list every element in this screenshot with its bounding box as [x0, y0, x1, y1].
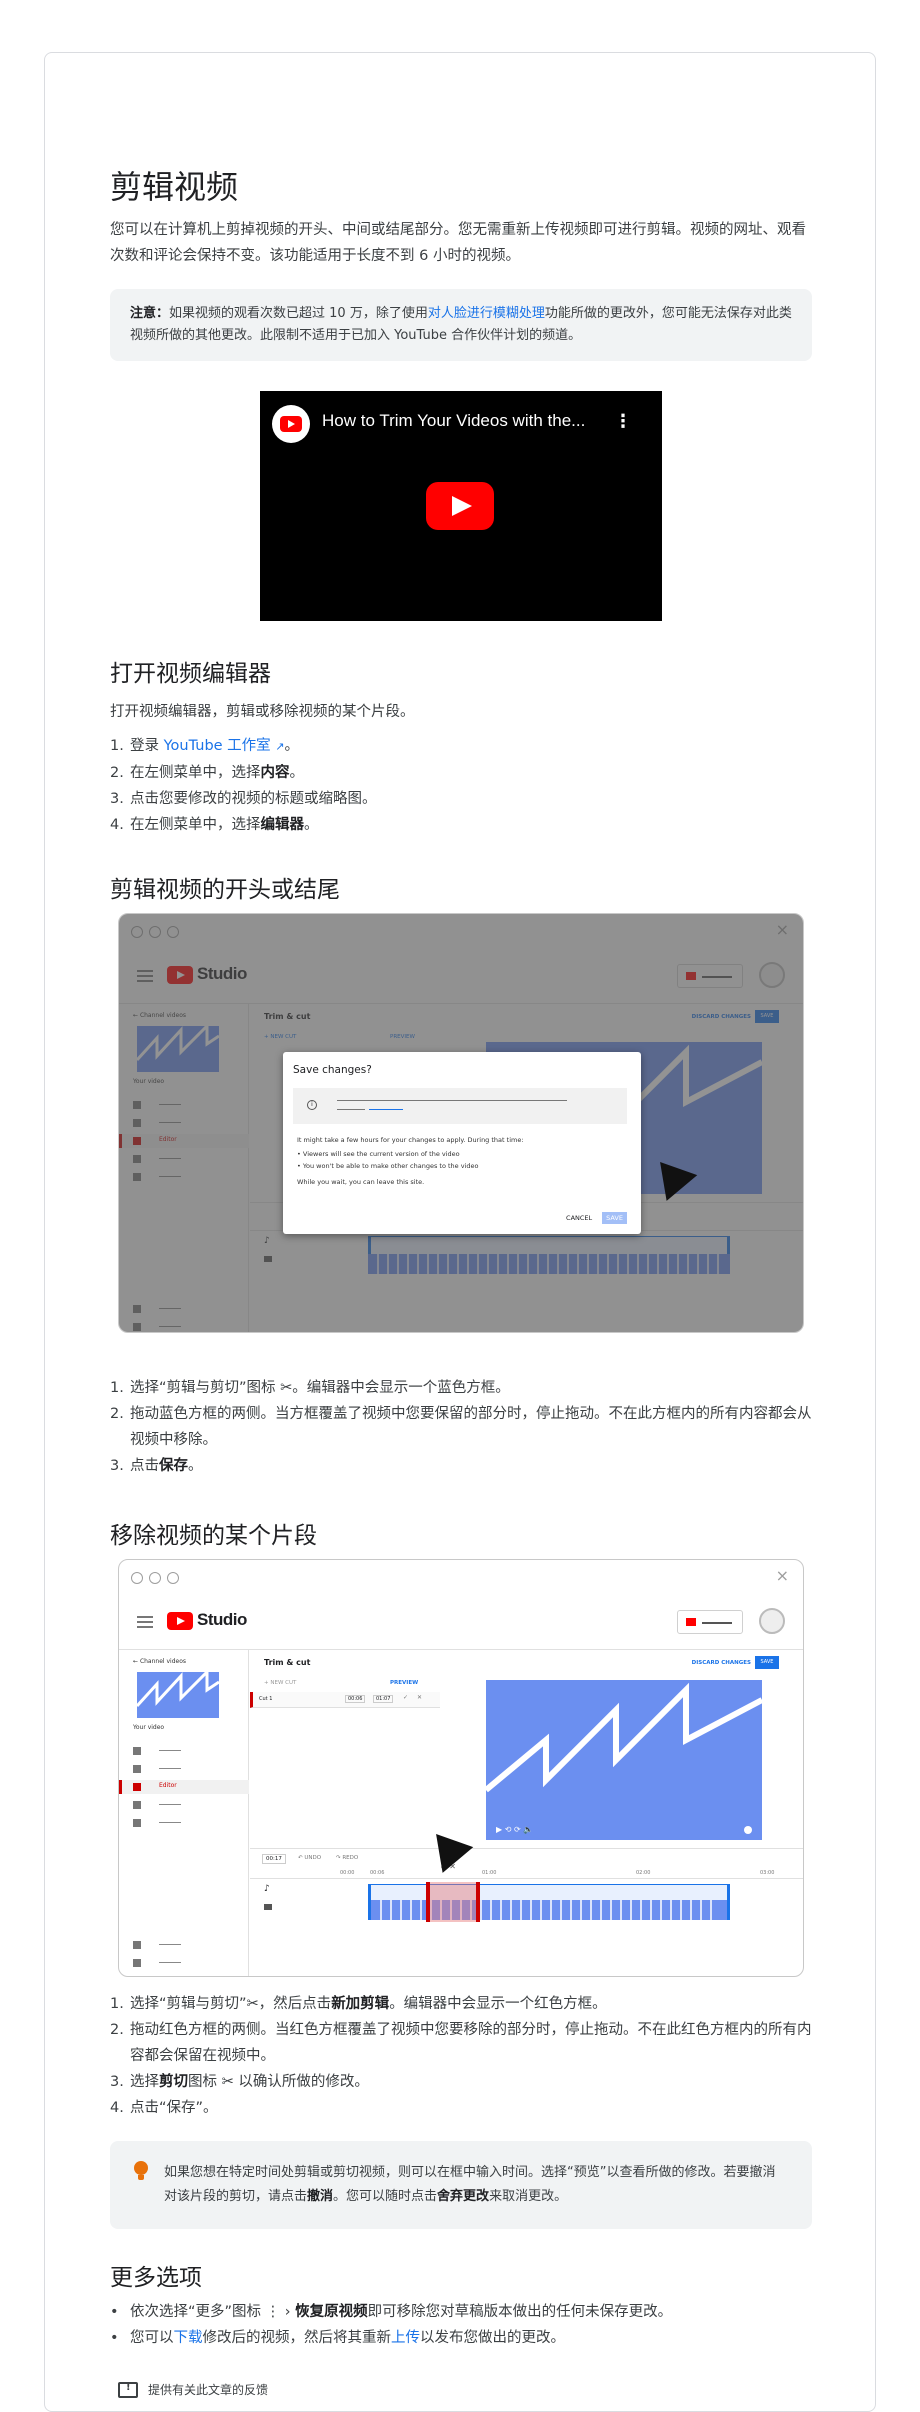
intro-text: 您可以在计算机上剪掉视频的开头、中间或结尾部分。您无需重新上传视频即可进行剪辑。… [110, 222, 806, 264]
article-card: 剪辑视频 您可以在计算机上剪掉视频的开头、中间或结尾部分。您无需重新上传视频即可… [44, 52, 876, 2412]
tick-label: 00:06 [370, 1870, 385, 1876]
cut-box [426, 1882, 480, 1922]
dialog-save-label: SAVE [602, 1212, 627, 1224]
play-button[interactable] [426, 482, 494, 530]
check-icon: ✓ [403, 1694, 409, 1701]
info-icon: i [307, 1100, 317, 1110]
dialog-bullet: • You won't be able to make other change… [297, 1162, 479, 1170]
more-options-list: • 依次选择“更多”图标 ⋮ › 恢复原视频即可移除您对草稿版本做出的任何未保存更… [110, 2299, 812, 2351]
editor-label: Editor [159, 1782, 177, 1789]
video-preview: ▶ ⟲ ⟳ 🔈 [486, 1680, 762, 1840]
channel-logo-icon[interactable] [272, 405, 310, 443]
music-note-icon: ♪ [264, 1884, 270, 1894]
section-more-heading: 更多选项 [110, 2265, 202, 2291]
section-trim-heading: 剪辑视频的开头或结尾 [110, 877, 340, 903]
lightbulb-icon [134, 2161, 148, 2183]
dialog-line: It might take a few hours for your chang… [297, 1136, 524, 1144]
tick-label: 03:00 [760, 1870, 775, 1876]
list-item: 2. 拖动蓝色方框的两侧。当方框覆盖了视频中您要保留的部分时，停止拖动。不在此方框… [110, 1406, 812, 1448]
list-item: 3. 点击您要修改的视频的标题或缩略图。 [110, 791, 377, 807]
list-item: 1. 选择“剪辑与剪切”图标 ✂。编辑器中会显示一个蓝色方框。 [110, 1380, 510, 1396]
new-cut-label: + NEW CUT [264, 1680, 297, 1686]
discard-changes-label: DISCARD CHANGES [691, 1660, 751, 1666]
list-item: 3. 点击保存。 [110, 1458, 203, 1474]
note-text: 如果视频的观看次数已超过 10 万，除了使用 [169, 306, 428, 321]
list-item: • 您可以下载修改后的视频，然后将其重新上传以发布您做出的更改。 [110, 2330, 565, 2346]
list-item: 4. 在左侧菜单中，选择编辑器。 [110, 817, 319, 833]
list-item: 2. 在左侧菜单中，选择内容。 [110, 765, 304, 781]
save-changes-dialog: Save changes? i It might take a few hour… [283, 1052, 641, 1234]
tick-label: 01:00 [482, 1870, 497, 1876]
settings-icon [744, 1826, 752, 1834]
dialog-bullet: • Viewers will see the current version o… [297, 1150, 460, 1158]
cancel-label: CANCEL [566, 1214, 593, 1222]
blur-faces-link[interactable]: 对人脸进行模糊处理 [428, 306, 545, 321]
cut-label: Cut 1 [259, 1696, 273, 1702]
note-box: 注意：如果视频的观看次数已超过 10 万，除了使用对人脸进行模糊处理功能所做的更… [110, 289, 812, 361]
tip-box: 如果您想在特定时间处剪辑或剪切视频，则可以在框中输入时间。选择“预览”以查看所做… [110, 2141, 812, 2229]
youtube-logo-icon [167, 1612, 193, 1630]
external-link-icon: ↗ [275, 740, 285, 753]
timecode: 00:17 [262, 1854, 286, 1864]
more-vert-icon[interactable]: ⋮ [614, 413, 632, 431]
delete-icon: ✕ [417, 1694, 423, 1701]
tick-label: 00:00 [340, 1870, 355, 1876]
note-label: 注意： [130, 306, 170, 321]
download-link[interactable]: 下载 [174, 2330, 203, 2346]
list-item: 1. 选择“剪辑与剪切”✂，然后点击新加剪辑。编辑器中会显示一个红色方框。 [110, 1996, 607, 2012]
list-item: 1. 登录 YouTube 工作室 ↗。 [110, 738, 300, 754]
dialog-line: While you wait, you can leave this site. [297, 1178, 425, 1186]
studio-brand: Studio [197, 1610, 247, 1629]
dialog-title: Save changes? [293, 1064, 372, 1076]
video-player[interactable]: How to Trim Your Videos with the... ⋮ [260, 391, 662, 621]
list-item: • 依次选择“更多”图标 ⋮ › 恢复原视频即可移除您对草稿版本做出的任何未保存更… [110, 2304, 673, 2320]
video-track-icon [264, 1904, 272, 1910]
youtube-studio-link[interactable]: YouTube 工作室 [164, 738, 271, 754]
close-icon: × [775, 1566, 789, 1585]
undo-label: ↶ UNDO [298, 1855, 322, 1861]
feedback-label: 提供有关此文章的反馈 [148, 2383, 269, 2397]
preview-label: PREVIEW [390, 1680, 419, 1686]
list-item: 4. 点击“保存”。 [110, 2100, 218, 2116]
studio-cut-screenshot: × Studio ← Channel videos Your video Edi… [118, 1559, 804, 1977]
remove-steps: 1. 选择“剪辑与剪切”✂，然后点击新加剪辑。编辑器中会显示一个红色方框。 2. 拖… [110, 1991, 812, 2121]
player-controls-icon: ▶ ⟲ ⟳ 🔈 [496, 1825, 534, 1834]
cut-row: Cut 1 00:06 01:07 ✓ ✕ [250, 1692, 440, 1708]
filmstrip [371, 1900, 727, 1920]
page-title: 剪辑视频 [110, 168, 239, 206]
feedback-icon [118, 2381, 138, 2398]
cut-end-time: 01:07 [373, 1695, 394, 1703]
section-remove-heading: 移除视频的某个片段 [110, 1523, 317, 1549]
video-title[interactable]: How to Trim Your Videos with the... [322, 411, 585, 431]
your-video-label: Your video [133, 1724, 165, 1731]
section-open-editor-desc: 打开视频编辑器，剪辑或移除视频的某个片段。 [110, 704, 415, 720]
feedback-link[interactable]: 提供有关此文章的反馈 [118, 2381, 268, 2398]
save-label: SAVE [755, 1656, 779, 1669]
upload-link[interactable]: 上传 [391, 2330, 420, 2346]
studio-save-screenshot: × Studio ← Channel videos Your video Edi… [118, 913, 804, 1333]
tick-label: 02:00 [636, 1870, 651, 1876]
list-item: 3. 选择剪切图标 ✂ 以确认所做的修改。 [110, 2074, 369, 2090]
list-item: 2. 拖动红色方框的两侧。当红色方框覆盖了视频中您要移除的部分时，停止拖动。不在此… [110, 2022, 812, 2064]
trim-steps: 1. 选择“剪辑与剪切”图标 ✂。编辑器中会显示一个蓝色方框。 2. 拖动蓝色方框的… [110, 1375, 812, 1479]
cut-start-time: 00:06 [345, 1695, 366, 1703]
section-open-editor-heading: 打开视频编辑器 [110, 661, 271, 687]
trim-cut-title: Trim & cut [264, 1658, 311, 1667]
redo-label: ↷ REDO [336, 1855, 359, 1861]
open-editor-steps: 1. 登录 YouTube 工作室 ↗。 2. 在左侧菜单中，选择内容。 3. 点击您… [110, 733, 377, 838]
menu-icon [137, 1616, 153, 1628]
tip-text: 如果您想在特定时间处剪辑或剪切视频，则可以在框中输入时间。选择“预览”以查看所做… [164, 2165, 776, 2204]
avatar [759, 1608, 785, 1634]
channel-videos-label: ← Channel videos [133, 1658, 186, 1665]
window-controls [131, 1572, 179, 1584]
create-button [677, 1610, 743, 1634]
video-thumbnail [137, 1672, 219, 1718]
